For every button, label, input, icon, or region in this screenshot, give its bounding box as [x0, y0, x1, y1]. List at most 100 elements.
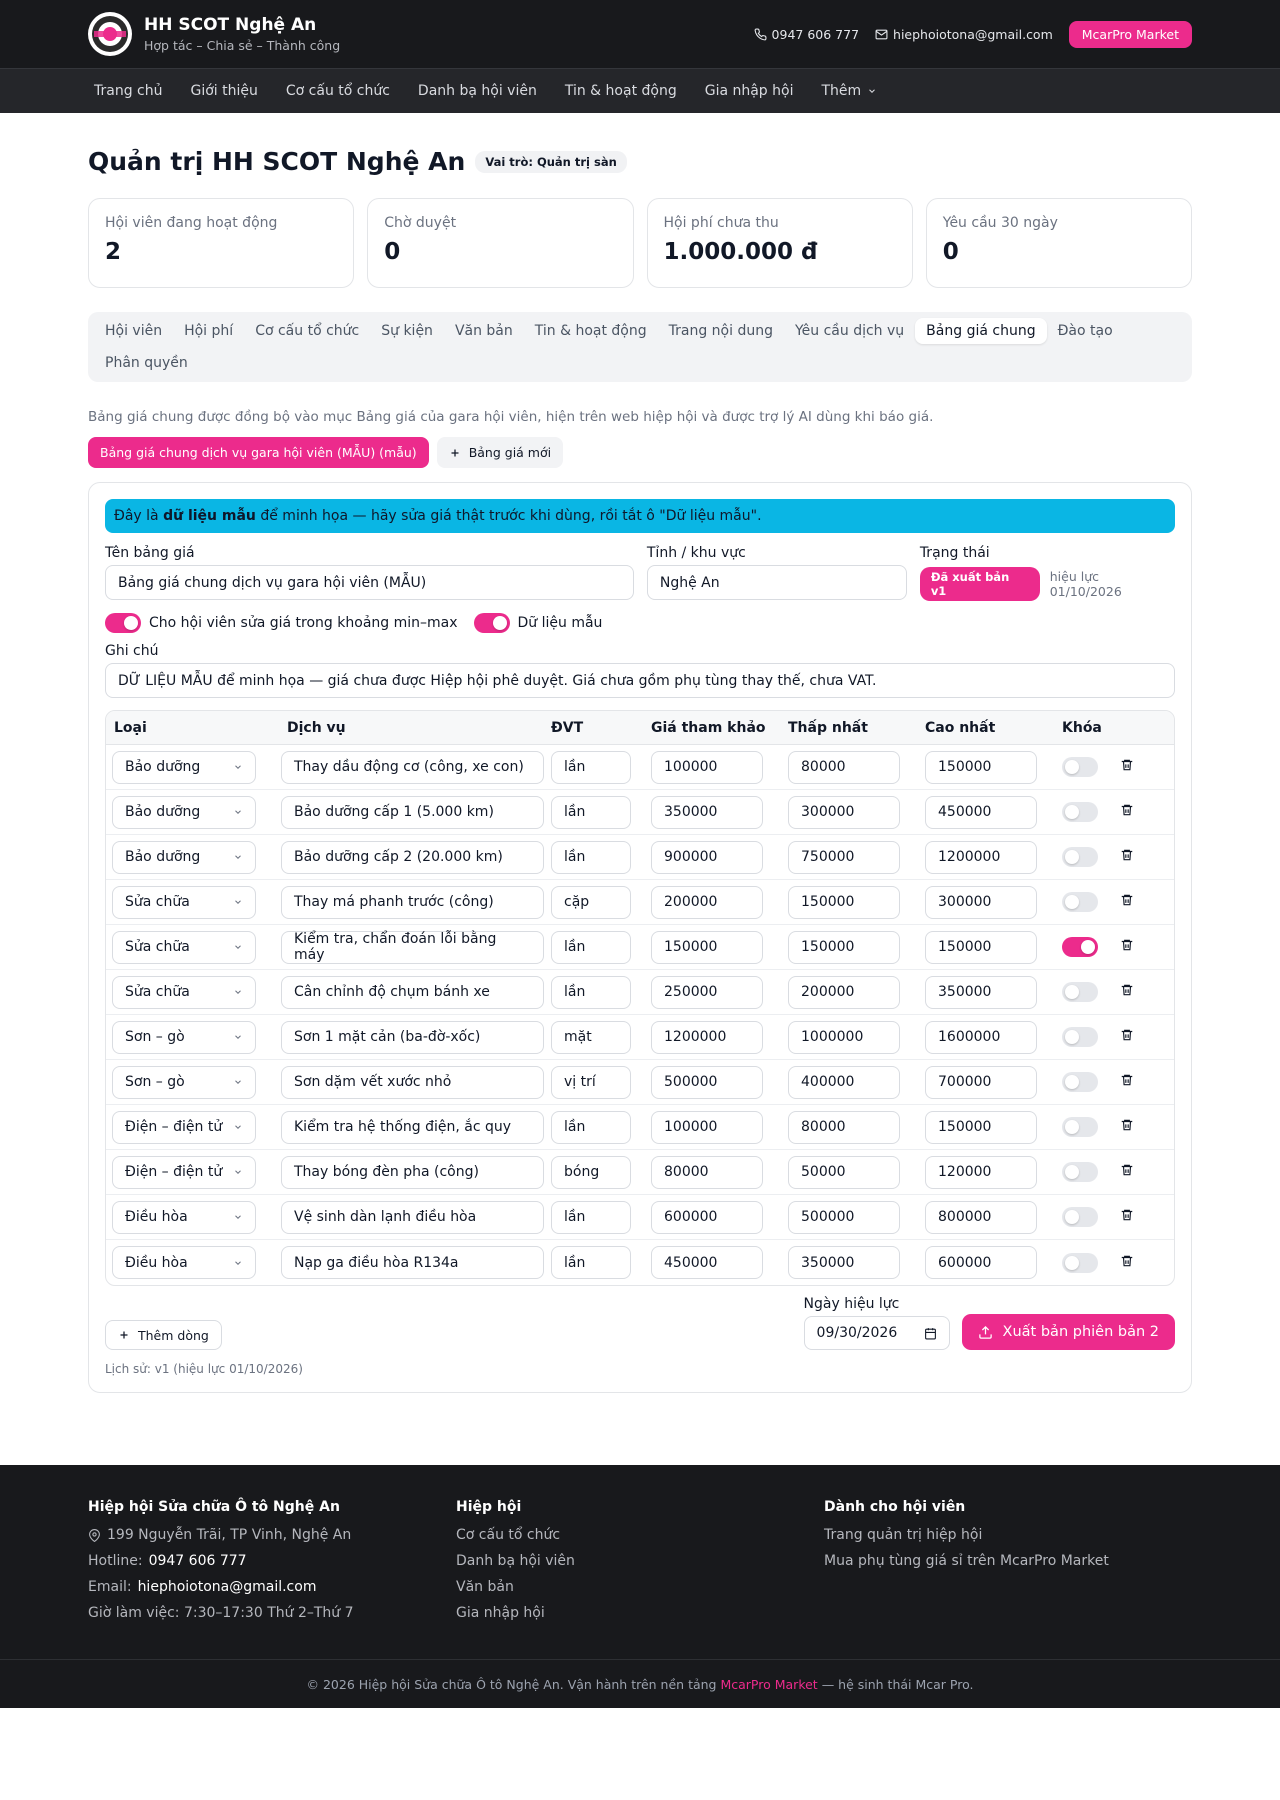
unit-input[interactable]: cặp	[551, 885, 631, 919]
delete-row-button[interactable]	[1120, 1208, 1150, 1226]
service-input[interactable]: Vệ sinh dàn lạnh điều hòa	[281, 1200, 544, 1234]
max-price-input[interactable]: 1200000	[925, 840, 1037, 874]
unit-input[interactable]: bóng	[551, 1155, 631, 1189]
delete-row-button[interactable]	[1120, 983, 1150, 1001]
footer-link[interactable]: Cơ cấu tổ chức	[456, 1527, 824, 1543]
min-price-input[interactable]: 200000	[788, 975, 900, 1009]
lock-switch[interactable]	[1062, 847, 1098, 867]
brand[interactable]: HH SCOT Nghệ An Hợp tác – Chia sẻ – Thàn…	[88, 12, 340, 56]
unit-input[interactable]: lần	[551, 930, 631, 964]
trash-icon[interactable]	[1120, 893, 1134, 907]
name-input[interactable]: Bảng giá chung dịch vụ gara hội viên (MẪ…	[105, 565, 634, 600]
tab-item[interactable]: Bảng giá chung	[915, 318, 1047, 344]
lock-switch[interactable]	[1062, 1207, 1098, 1227]
tab-item[interactable]: Phân quyền	[94, 350, 199, 376]
max-price-input[interactable]: 150000	[925, 750, 1037, 784]
tab-item[interactable]: Hội phí	[173, 318, 244, 344]
copyright-link[interactable]: McarPro Market	[720, 1677, 817, 1692]
footer-link[interactable]: Danh bạ hội viên	[456, 1553, 824, 1569]
publish-button[interactable]: Xuất bản phiên bản 2	[961, 1314, 1175, 1350]
service-input[interactable]: Thay dầu động cơ (công, xe con)	[281, 750, 544, 784]
nav-directory[interactable]: Danh bạ hội viên	[404, 83, 551, 99]
trash-icon[interactable]	[1120, 1254, 1134, 1268]
trash-icon[interactable]	[1120, 983, 1134, 997]
ref-price-input[interactable]: 500000	[651, 1065, 763, 1099]
min-price-input[interactable]: 750000	[788, 840, 900, 874]
min-price-input[interactable]: 50000	[788, 1155, 900, 1189]
min-price-input[interactable]: 80000	[788, 750, 900, 784]
min-price-input[interactable]: 400000	[788, 1065, 900, 1099]
type-select[interactable]: Điện – điện tử	[112, 1155, 256, 1189]
type-select[interactable]: Điều hòa	[112, 1200, 256, 1234]
ref-price-input[interactable]: 150000	[651, 930, 763, 964]
delete-row-button[interactable]	[1120, 893, 1150, 911]
unit-input[interactable]: lần	[551, 975, 631, 1009]
delete-row-button[interactable]	[1120, 758, 1150, 776]
sample-data-toggle[interactable]: Dữ liệu mẫu	[473, 613, 602, 633]
min-price-input[interactable]: 1000000	[788, 1020, 900, 1054]
max-price-input[interactable]: 150000	[925, 930, 1037, 964]
trash-icon[interactable]	[1120, 1118, 1134, 1132]
type-select[interactable]: Bảo dưỡng	[112, 795, 256, 829]
delete-row-button[interactable]	[1120, 1073, 1150, 1091]
service-input[interactable]: Thay má phanh trước (công)	[281, 885, 544, 919]
trash-icon[interactable]	[1120, 938, 1134, 952]
note-input[interactable]: DỮ LIỆU MẪU để minh họa — giá chưa được …	[105, 663, 1175, 698]
type-select[interactable]: Sửa chữa	[112, 885, 256, 919]
minmax-switch[interactable]	[105, 613, 141, 633]
min-price-input[interactable]: 500000	[788, 1200, 900, 1234]
unit-input[interactable]: lần	[551, 1110, 631, 1144]
nav-news[interactable]: Tin & hoạt động	[551, 83, 691, 99]
lock-switch[interactable]	[1062, 892, 1098, 912]
ref-price-input[interactable]: 100000	[651, 1110, 763, 1144]
unit-input[interactable]: lần	[551, 1246, 631, 1279]
min-price-input[interactable]: 80000	[788, 1110, 900, 1144]
type-select[interactable]: Bảo dưỡng	[112, 750, 256, 784]
service-input[interactable]: Kiểm tra hệ thống điện, ắc quy	[281, 1110, 544, 1144]
trash-icon[interactable]	[1120, 1073, 1134, 1087]
footer-link[interactable]: Trang quản trị hiệp hội	[824, 1527, 1192, 1543]
delete-row-button[interactable]	[1120, 1118, 1150, 1136]
unit-input[interactable]: lần	[551, 750, 631, 784]
delete-row-button[interactable]	[1120, 1028, 1150, 1046]
ref-price-input[interactable]: 900000	[651, 840, 763, 874]
max-price-input[interactable]: 600000	[925, 1246, 1037, 1279]
tab-item[interactable]: Hội viên	[94, 318, 173, 344]
trash-icon[interactable]	[1120, 1028, 1134, 1042]
tab-item[interactable]: Văn bản	[444, 318, 524, 344]
type-select[interactable]: Sửa chữa	[112, 975, 256, 1009]
tab-item[interactable]: Đào tạo	[1047, 318, 1124, 344]
max-price-input[interactable]: 120000	[925, 1155, 1037, 1189]
add-row-button[interactable]: Thêm dòng	[105, 1320, 222, 1350]
max-price-input[interactable]: 1600000	[925, 1020, 1037, 1054]
max-price-input[interactable]: 300000	[925, 885, 1037, 919]
trash-icon[interactable]	[1120, 1163, 1134, 1177]
lock-switch[interactable]	[1062, 757, 1098, 777]
min-price-input[interactable]: 150000	[788, 885, 900, 919]
tab-item[interactable]: Yêu cầu dịch vụ	[784, 318, 915, 344]
market-button[interactable]: McarPro Market	[1068, 20, 1192, 48]
tab-item[interactable]: Tin & hoạt động	[524, 318, 658, 344]
lock-switch[interactable]	[1062, 1027, 1098, 1047]
footer-link[interactable]: Gia nhập hội	[456, 1605, 824, 1621]
nav-home[interactable]: Trang chủ	[80, 83, 176, 99]
ref-price-input[interactable]: 100000	[651, 750, 763, 784]
effective-date-input[interactable]: 09/30/2026	[803, 1316, 950, 1350]
footer-link[interactable]: Mua phụ tùng giá sỉ trên McarPro Market	[824, 1553, 1192, 1569]
trash-icon[interactable]	[1120, 758, 1134, 772]
lock-switch[interactable]	[1062, 1162, 1098, 1182]
unit-input[interactable]: mặt	[551, 1020, 631, 1054]
type-select[interactable]: Sơn – gò	[112, 1020, 256, 1054]
unit-input[interactable]: lần	[551, 840, 631, 874]
tab-item[interactable]: Sự kiện	[370, 318, 444, 344]
minmax-toggle[interactable]: Cho hội viên sửa giá trong khoảng min–ma…	[105, 613, 458, 633]
delete-row-button[interactable]	[1120, 803, 1150, 821]
type-select[interactable]: Điện – điện tử	[112, 1110, 256, 1144]
delete-row-button[interactable]	[1120, 1163, 1150, 1181]
max-price-input[interactable]: 150000	[925, 1110, 1037, 1144]
max-price-input[interactable]: 800000	[925, 1200, 1037, 1234]
service-input[interactable]: Bảo dưỡng cấp 2 (20.000 km)	[281, 840, 544, 874]
ref-price-input[interactable]: 350000	[651, 795, 763, 829]
min-price-input[interactable]: 150000	[788, 930, 900, 964]
ref-price-input[interactable]: 1200000	[651, 1020, 763, 1054]
